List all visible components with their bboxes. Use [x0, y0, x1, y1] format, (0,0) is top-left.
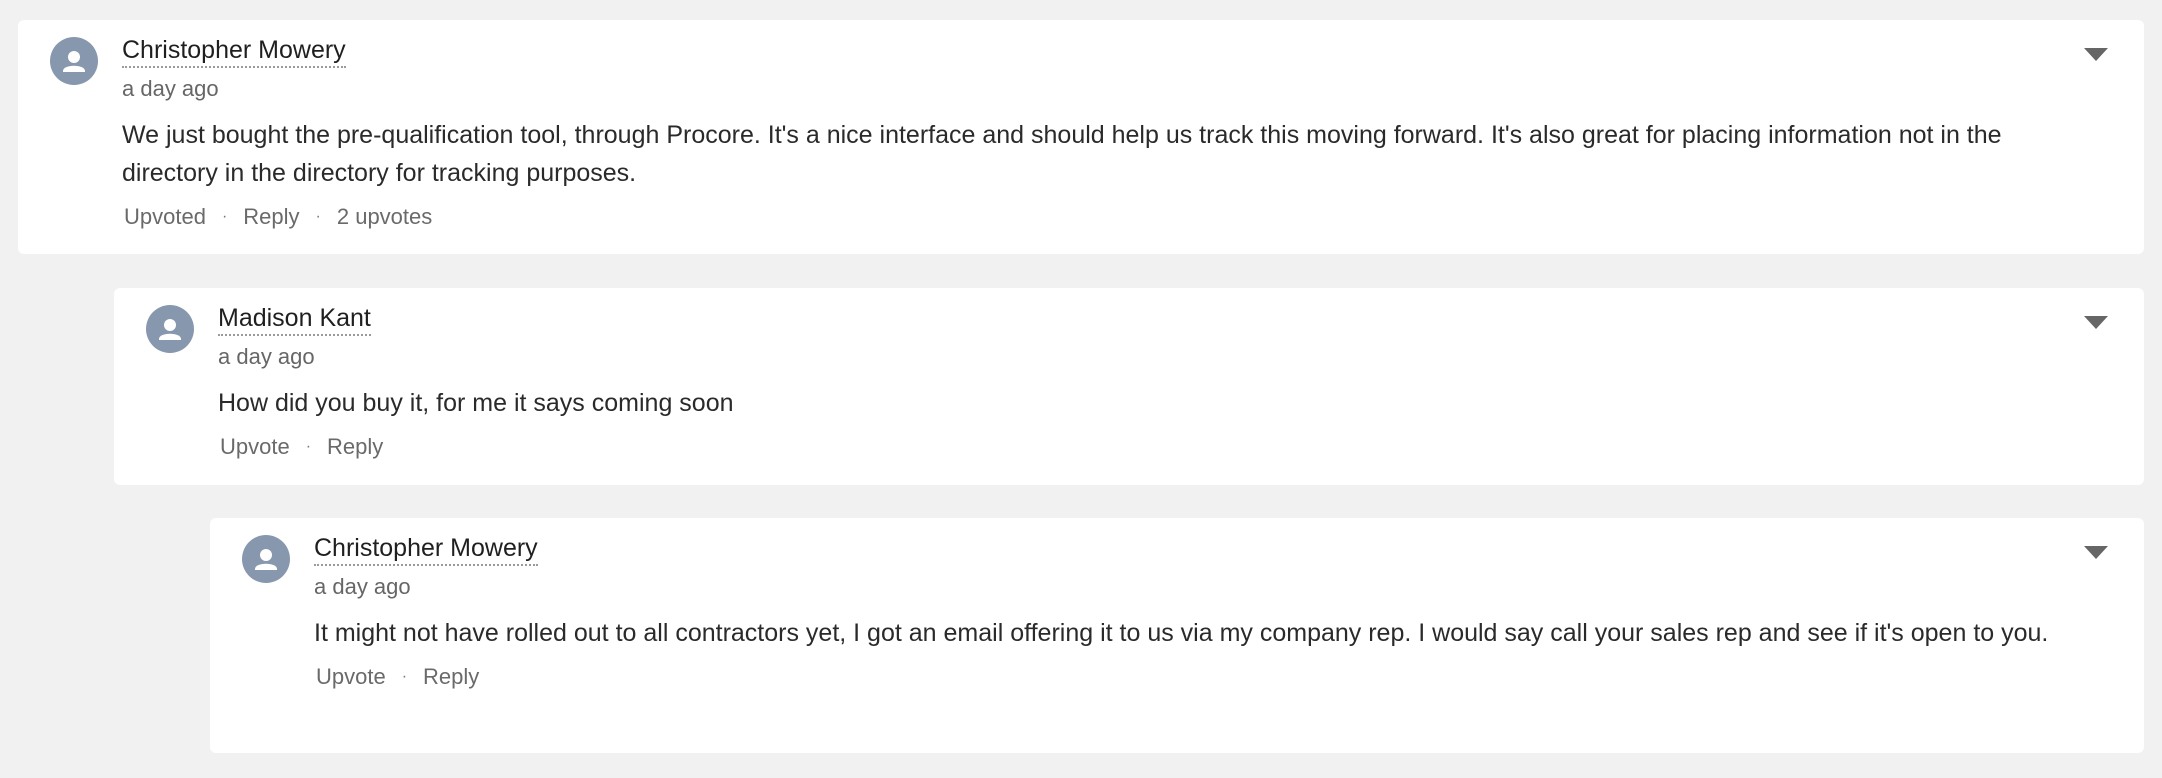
separator-dot: ·: [315, 208, 321, 225]
upvote-button[interactable]: Upvote: [218, 432, 292, 462]
comment-timestamp: a day ago: [218, 344, 315, 369]
comment-thread: Christopher Mowery a day ago We just bou…: [0, 0, 2162, 778]
comment-card: Christopher Mowery a day ago We just bou…: [18, 20, 2144, 254]
comment-body: Christopher Mowery a day ago We just bou…: [122, 34, 2104, 232]
upvote-button[interactable]: Upvote: [314, 662, 388, 692]
caret-down-icon[interactable]: [2084, 48, 2108, 61]
separator-dot: ·: [401, 668, 408, 685]
comment-timestamp: a day ago: [122, 76, 219, 101]
caret-down-icon[interactable]: [2084, 546, 2108, 559]
upvoted-button[interactable]: Upvoted: [122, 202, 208, 232]
user-avatar-icon[interactable]: [242, 535, 290, 583]
user-avatar-icon[interactable]: [50, 37, 98, 85]
upvote-count[interactable]: 2 upvotes: [335, 202, 434, 232]
comment-author-link[interactable]: Christopher Mowery: [122, 34, 346, 68]
comment-card-reply: Madison Kant a day ago How did you buy i…: [114, 288, 2144, 485]
comment-author-link[interactable]: Christopher Mowery: [314, 532, 538, 566]
comment-author-link[interactable]: Madison Kant: [218, 302, 371, 336]
comment-actions: Upvote · Reply: [314, 662, 2104, 692]
comment-text: We just bought the pre-qualification too…: [122, 121, 2002, 187]
separator-dot: ·: [305, 438, 312, 455]
comment-text: How did you buy it, for me it says comin…: [218, 389, 734, 417]
caret-down-icon[interactable]: [2084, 316, 2108, 329]
comment-body: Christopher Mowery a day ago It might no…: [314, 532, 2104, 692]
comment-actions: Upvote · Reply: [218, 432, 2104, 462]
comment-card-nested-reply: Christopher Mowery a day ago It might no…: [210, 518, 2144, 753]
comment-timestamp: a day ago: [314, 574, 411, 599]
reply-button[interactable]: Reply: [325, 432, 385, 462]
comment-actions: Upvoted · Reply · 2 upvotes: [122, 202, 2104, 232]
comment-text: It might not have rolled out to all cont…: [314, 619, 2049, 647]
comment-body: Madison Kant a day ago How did you buy i…: [218, 302, 2104, 462]
reply-button[interactable]: Reply: [241, 202, 301, 232]
separator-dot: ·: [221, 208, 228, 225]
reply-button[interactable]: Reply: [421, 662, 481, 692]
user-avatar-icon[interactable]: [146, 305, 194, 353]
